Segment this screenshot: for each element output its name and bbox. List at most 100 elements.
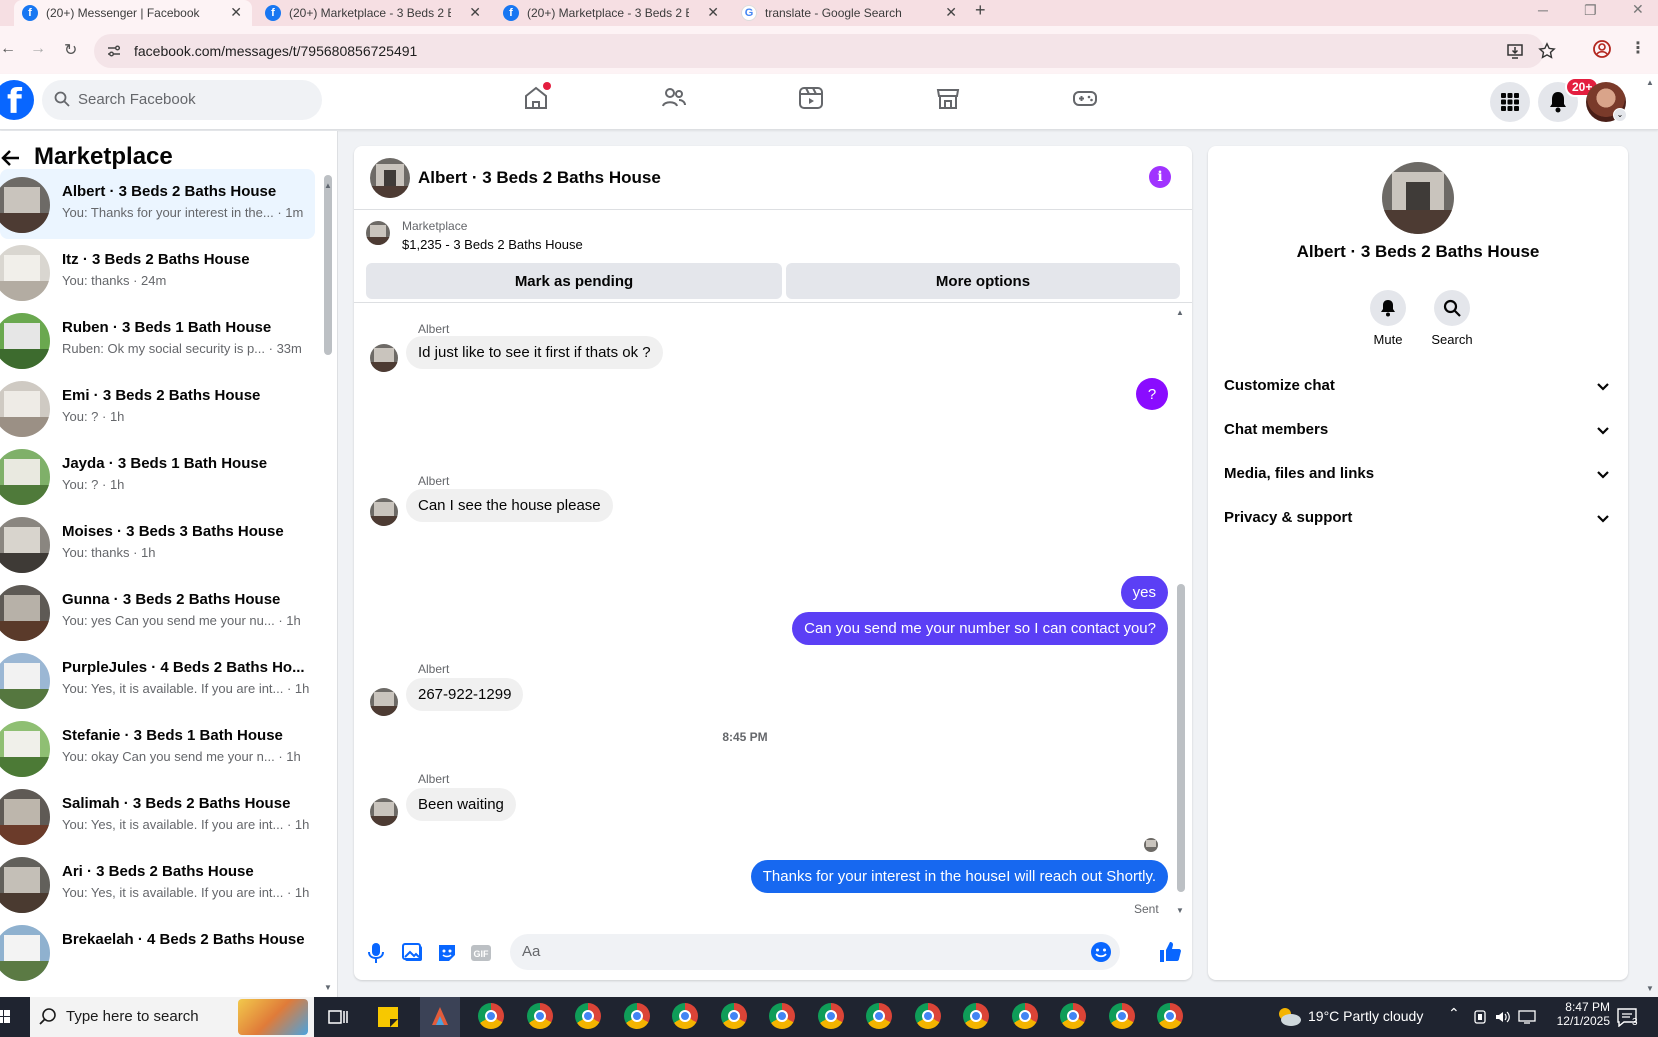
emoji-icon[interactable] [1090,941,1112,963]
sender-avatar[interactable] [370,344,398,372]
browser-menu-icon[interactable]: ⋮ [1630,38,1646,58]
listing-thumbnail[interactable] [366,221,390,245]
chrome-taskbar-icon[interactable] [914,1003,943,1031]
profile-icon[interactable] [1592,39,1612,59]
gaming-icon[interactable] [1071,84,1099,112]
customize-chat-section[interactable]: Customize chat [1224,366,1612,406]
chrome-taskbar-icon[interactable] [526,1003,555,1031]
marketplace-icon[interactable] [934,84,962,112]
chat-list-item[interactable]: Itz · 3 Beds 2 Baths House You: thanks · … [0,237,315,307]
sender-avatar[interactable] [370,688,398,716]
new-tab-button[interactable]: + [975,0,986,21]
incoming-message[interactable]: 267-922-1299 [406,678,524,711]
taskbar-clock[interactable]: 8:47 PM 12/1/2025 [1520,1000,1610,1028]
message-input[interactable]: Aa [510,934,1120,970]
chat-list-item[interactable]: Gunna · 3 Beds 2 Baths House You: yes Can… [0,577,315,647]
chrome-taskbar-icon[interactable] [623,1003,652,1031]
incoming-message[interactable]: Can I see the house please [406,489,613,522]
chat-list-item[interactable]: Emi · 3 Beds 2 Baths House You: ? · 1h [0,373,315,443]
chat-list-item[interactable]: Ruben · 3 Beds 1 Bath House Ruben: Ok my … [0,305,315,375]
taskbar-search-input[interactable]: Type here to search [30,997,314,1037]
sticker-icon[interactable] [436,942,458,964]
scroll-down-arrow[interactable]: ▼ [324,983,332,992]
sticky-notes-icon[interactable] [374,1003,402,1031]
mark-as-pending-button[interactable]: Mark as pending [366,263,782,299]
browser-tab-messenger[interactable]: f (20+) Messenger | Facebook ✕ [14,0,252,26]
outgoing-message[interactable]: Thanks for your interest in the houseI w… [750,860,1168,893]
chat-list-item[interactable]: Moises · 3 Beds 3 Baths House You: thanks… [0,509,315,579]
close-tab-icon[interactable]: ✕ [469,4,481,21]
scroll-down-arrow[interactable]: ▼ [1176,906,1184,915]
photo-icon[interactable] [402,942,424,964]
volume-icon[interactable] [1494,1009,1510,1025]
chat-list-item[interactable]: Albert · 3 Beds 2 Baths House You: Thanks… [0,169,315,239]
taskbar-app-active[interactable] [420,997,460,1037]
close-window-button[interactable]: ✕ [1632,1,1644,18]
browser-tab-marketplace-1[interactable]: f (20+) Marketplace - 3 Beds 2 Bat ✕ [257,0,491,26]
chrome-taskbar-icon[interactable] [1157,1003,1185,1031]
chat-list-item[interactable]: Jayda · 3 Beds 1 Bath House You: ? · 1h [0,441,315,511]
chat-list-item[interactable]: Brekaelah · 4 Beds 2 Baths House [0,917,315,987]
search-conversation-button[interactable]: Search [1422,290,1482,347]
chat-list-item[interactable]: Stefanie · 3 Beds 1 Bath House You: okay … [0,713,315,783]
back-arrow-icon[interactable] [0,147,22,169]
chat-list-scrollbar[interactable] [324,175,332,355]
network-icon[interactable] [1472,1009,1488,1025]
browser-tab-google[interactable]: G translate - Google Search ✕ [733,0,967,26]
facebook-logo[interactable]: f [0,80,34,122]
incoming-message[interactable]: Been waiting [406,788,516,821]
incoming-message[interactable]: Id just like to see it first if thats ok… [406,336,663,369]
weather-icon[interactable] [1276,1005,1302,1029]
scroll-up-arrow[interactable]: ▲ [324,181,332,190]
windows-start-icon[interactable] [0,1010,10,1024]
page-scroll-down-arrow[interactable]: ▼ [1646,984,1654,993]
conversation-title[interactable]: Albert · 3 Beds 2 Baths House [418,168,661,188]
sender-avatar[interactable] [370,798,398,826]
page-scroll-up-arrow[interactable]: ▲ [1646,78,1654,87]
chrome-taskbar-icon[interactable] [963,1003,991,1031]
task-view-icon[interactable] [324,1003,352,1031]
chrome-taskbar-icon[interactable] [1060,1003,1088,1031]
chevron-down-icon[interactable]: ⌄ [1613,108,1627,122]
message-scrollbar[interactable] [1177,584,1185,892]
chevron-up-icon[interactable]: ⌃ [1448,1005,1460,1022]
chrome-taskbar-icon[interactable] [1108,1003,1137,1031]
video-icon[interactable] [797,84,825,112]
install-app-icon[interactable] [1506,42,1524,60]
privacy-support-section[interactable]: Privacy & support [1224,498,1612,538]
chrome-taskbar-icon[interactable] [866,1003,894,1031]
chrome-taskbar-icon[interactable] [817,1003,846,1031]
chrome-taskbar-icon[interactable] [478,1003,506,1031]
info-icon[interactable]: i [1149,166,1171,188]
forward-arrow-icon[interactable]: → [30,40,46,58]
chat-members-section[interactable]: Chat members [1224,410,1612,450]
media-files-links-section[interactable]: Media, files and links [1224,454,1612,494]
bookmark-star-icon[interactable] [1538,42,1556,60]
chrome-taskbar-icon[interactable] [672,1003,700,1031]
sender-avatar[interactable] [370,498,398,526]
reload-icon[interactable]: ↻ [64,40,77,60]
details-avatar[interactable] [1382,162,1454,234]
gif-icon[interactable]: GIF [470,942,492,964]
outgoing-question-message[interactable]: ? [1136,378,1168,410]
friends-icon[interactable] [660,84,688,112]
url-bar[interactable]: facebook.com/messages/t/795680856725491 [94,34,1556,68]
minimize-button[interactable]: ─ [1538,2,1548,18]
close-tab-icon[interactable]: ✕ [707,4,719,21]
maximize-button[interactable]: ❐ [1584,2,1597,19]
chrome-taskbar-icon[interactable] [720,1003,749,1031]
weather-text[interactable]: 19°C Partly cloudy [1308,1008,1423,1024]
chrome-taskbar-icon[interactable] [769,1003,797,1031]
back-arrow-icon[interactable]: ← [0,40,16,58]
chat-list-item[interactable]: PurpleJules · 4 Beds 2 Baths Ho... You: Y… [0,645,315,715]
thumbs-up-icon[interactable] [1158,940,1182,964]
mute-button[interactable]: Mute [1358,290,1418,347]
scroll-up-arrow[interactable]: ▲ [1176,308,1184,317]
microphone-icon[interactable] [368,942,384,964]
outgoing-message[interactable]: Can you send me your number so I can con… [792,612,1168,645]
conversation-avatar[interactable] [370,158,410,198]
close-tab-icon[interactable]: ✕ [945,4,957,21]
menu-button[interactable] [1490,82,1530,122]
more-options-button[interactable]: More options [786,263,1180,299]
chat-list-item[interactable]: Ari · 3 Beds 2 Baths House You: Yes, it i… [0,849,315,919]
